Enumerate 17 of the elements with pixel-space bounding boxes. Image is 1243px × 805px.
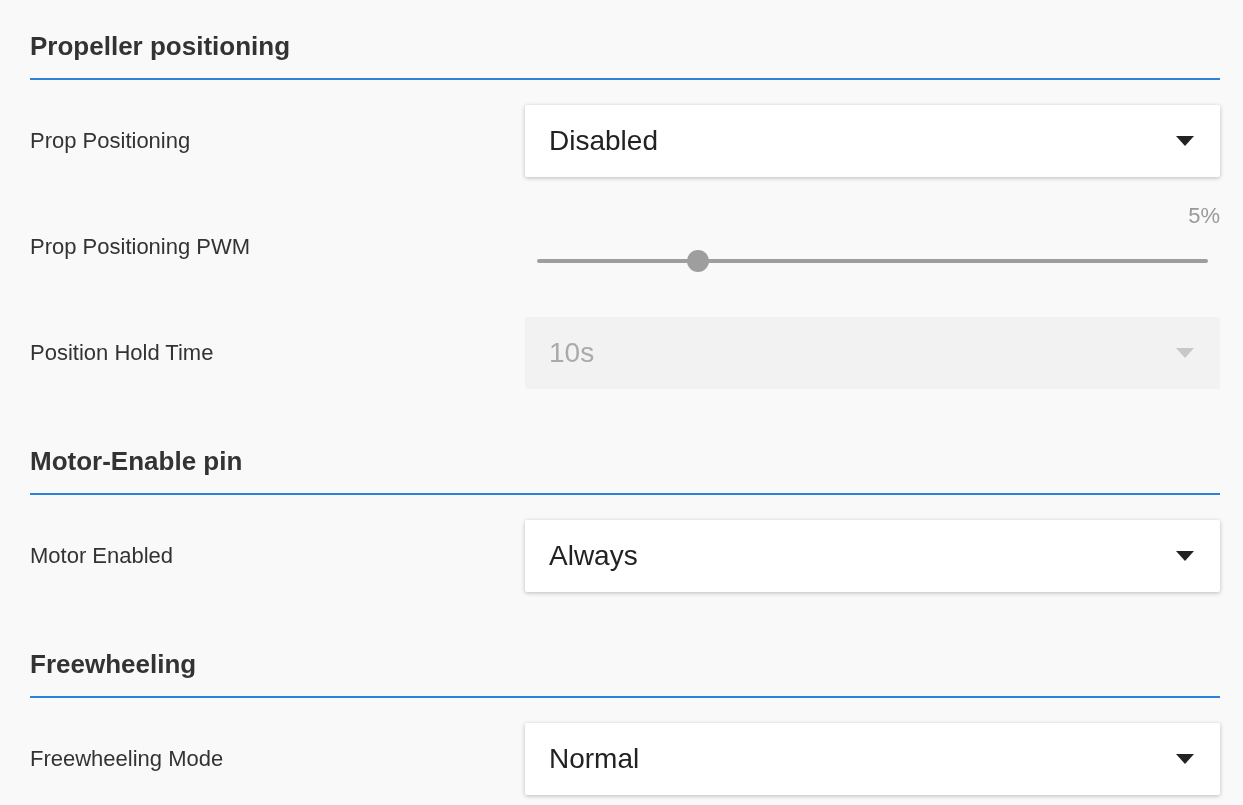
section-heading: Propeller positioning: [30, 26, 1220, 80]
caret-icon: [1176, 348, 1194, 358]
slider-value: 5%: [1188, 203, 1220, 229]
setting-label: Position Hold Time: [30, 340, 214, 366]
section-heading: Freewheeling: [30, 644, 1220, 698]
section-heading: Motor-Enable pin: [30, 441, 1220, 495]
setting-label: Freewheeling Mode: [30, 746, 224, 772]
caret-icon: [1176, 754, 1194, 764]
dropdown[interactable]: Normal: [525, 723, 1220, 795]
caret-icon: [1176, 136, 1194, 146]
caret-icon: [1176, 551, 1194, 561]
dropdown[interactable]: Always: [525, 520, 1220, 592]
dropdown[interactable]: Disabled: [525, 105, 1220, 177]
slider-thumb[interactable]: [687, 250, 710, 272]
setting-label: Prop Positioning: [30, 128, 191, 154]
setting-label: Motor Enabled: [30, 543, 174, 569]
setting-label: Prop Positioning PWM: [30, 234, 251, 260]
